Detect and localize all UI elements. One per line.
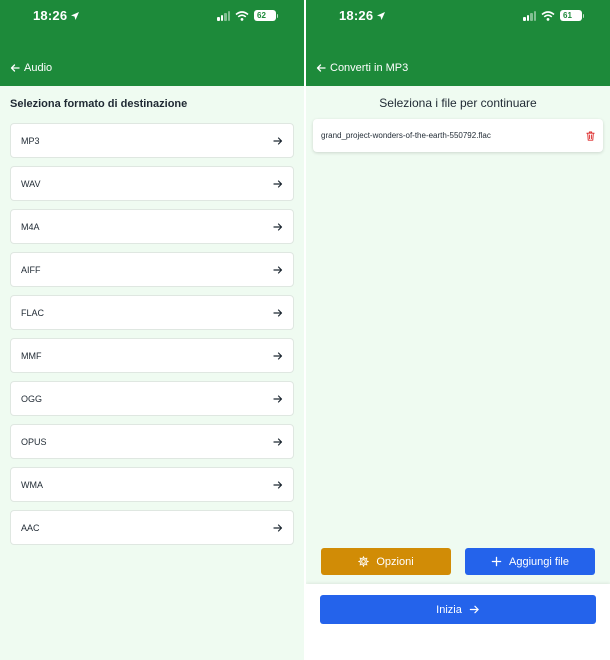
battery-level: 61 bbox=[563, 11, 572, 20]
cellular-signal-icon bbox=[217, 10, 230, 21]
start-button-label: Inizia bbox=[436, 603, 462, 616]
format-item-m4a[interactable]: M4A bbox=[10, 209, 294, 244]
format-item-flac[interactable]: FLAC bbox=[10, 295, 294, 330]
battery-icon: 61 bbox=[560, 10, 584, 21]
format-item-aiff[interactable]: AIFF bbox=[10, 252, 294, 287]
plus-icon bbox=[491, 556, 502, 567]
arrow-right-icon bbox=[469, 605, 479, 614]
add-files-button[interactable]: Aggiungi file bbox=[465, 548, 595, 575]
file-list-item: grand_project-wonders-of-the-earth-55079… bbox=[313, 119, 603, 152]
format-label: AIFF bbox=[21, 264, 41, 275]
battery-icon: 62 bbox=[254, 10, 278, 21]
arrow-right-icon bbox=[273, 351, 283, 360]
format-label: WMA bbox=[21, 479, 43, 490]
wifi-icon bbox=[235, 10, 249, 21]
format-label: M4A bbox=[21, 221, 40, 232]
nav-title: Audio bbox=[24, 62, 53, 74]
status-icons: 61 bbox=[523, 10, 584, 21]
arrow-right-icon bbox=[273, 265, 283, 274]
format-item-ogg[interactable]: OGG bbox=[10, 381, 294, 416]
format-item-mmf[interactable]: MMF bbox=[10, 338, 294, 373]
app-bar: 18:26 61 Converti in MP3 bbox=[306, 0, 610, 86]
trash-icon[interactable] bbox=[586, 131, 595, 141]
format-label: WAV bbox=[21, 178, 41, 189]
arrow-right-icon bbox=[273, 437, 283, 446]
file-name: grand_project-wonders-of-the-earth-55079… bbox=[321, 131, 491, 140]
nav-title: Converti in MP3 bbox=[330, 62, 409, 74]
options-button-label: Opzioni bbox=[376, 555, 414, 568]
back-arrow-icon bbox=[316, 64, 326, 72]
clock-text: 18:26 bbox=[33, 8, 68, 23]
arrow-right-icon bbox=[273, 136, 283, 145]
format-item-wma[interactable]: WMA bbox=[10, 467, 294, 502]
convert-screen: 18:26 61 Converti in MP3 Seleziona i fil… bbox=[306, 0, 610, 660]
status-bar: 18:26 62 bbox=[0, 8, 304, 26]
location-arrow-icon bbox=[71, 11, 80, 20]
arrow-right-icon bbox=[273, 394, 283, 403]
format-label: AAC bbox=[21, 522, 40, 533]
back-button[interactable]: Converti in MP3 bbox=[316, 62, 408, 74]
arrow-right-icon bbox=[273, 222, 283, 231]
format-item-opus[interactable]: OPUS bbox=[10, 424, 294, 459]
arrow-right-icon bbox=[273, 179, 283, 188]
add-files-button-label: Aggiungi file bbox=[509, 555, 569, 568]
arrow-right-icon bbox=[273, 308, 283, 317]
status-icons: 62 bbox=[217, 10, 278, 21]
bottom-action-panel: Inizia bbox=[306, 584, 610, 660]
clock: 18:26 bbox=[339, 8, 386, 23]
format-item-aac[interactable]: AAC bbox=[10, 510, 294, 545]
back-button[interactable]: Audio bbox=[10, 62, 52, 74]
format-item-wav[interactable]: WAV bbox=[10, 166, 294, 201]
format-label: MP3 bbox=[21, 135, 40, 146]
location-arrow-icon bbox=[377, 11, 386, 20]
gear-icon bbox=[358, 556, 370, 567]
app-bar: 18:26 62 Audio bbox=[0, 0, 304, 86]
clock-text: 18:26 bbox=[339, 8, 374, 23]
options-button[interactable]: Opzioni bbox=[321, 548, 451, 575]
format-label: FLAC bbox=[21, 307, 45, 318]
page-heading: Seleziona i file per continuare bbox=[379, 96, 537, 110]
back-arrow-icon bbox=[10, 64, 20, 72]
section-title: Seleziona formato di destinazione bbox=[10, 98, 188, 110]
format-label: MMF bbox=[21, 350, 42, 361]
format-label: OPUS bbox=[21, 436, 47, 447]
format-label: OGG bbox=[21, 393, 43, 404]
wifi-icon bbox=[541, 10, 555, 21]
clock: 18:26 bbox=[33, 8, 80, 23]
format-list: MP3 WAV M4A AIFF FLAC MMF OGG OPUS WMA A… bbox=[10, 123, 294, 553]
format-selection-screen: 18:26 62 Audio Seleziona formato di dest… bbox=[0, 0, 304, 660]
cellular-signal-icon bbox=[523, 10, 536, 21]
arrow-right-icon bbox=[273, 480, 283, 489]
battery-level: 62 bbox=[257, 11, 266, 20]
start-button[interactable]: Inizia bbox=[320, 595, 596, 624]
status-bar: 18:26 61 bbox=[306, 8, 610, 26]
arrow-right-icon bbox=[273, 523, 283, 532]
format-item-mp3[interactable]: MP3 bbox=[10, 123, 294, 158]
